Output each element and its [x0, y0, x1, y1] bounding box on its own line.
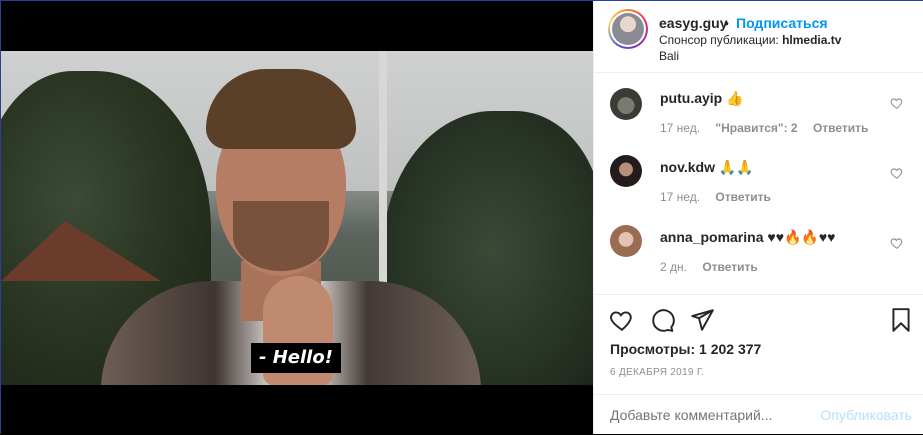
- header-separator: •: [724, 15, 729, 31]
- comment-text: 🙏🙏: [718, 159, 754, 175]
- location-link[interactable]: Bali: [659, 49, 679, 63]
- comment-reply-button[interactable]: Ответить: [813, 121, 868, 135]
- sponsor-line: Спонсор публикации: hlmedia.tv: [659, 33, 841, 47]
- comments-list: putu.ayip 👍 17 нед. "Нравится": 2 Ответи…: [594, 74, 923, 294]
- like-comment-heart-icon[interactable]: [890, 236, 904, 250]
- views-count[interactable]: Просмотры: 1 202 377: [610, 341, 761, 357]
- comment-avatar[interactable]: [610, 225, 642, 257]
- comment-reply-button[interactable]: Ответить: [702, 260, 757, 274]
- comment-avatar[interactable]: [610, 155, 642, 187]
- sponsor-prefix: Спонсор публикации:: [659, 33, 783, 47]
- add-comment-bar: Опубликовать: [594, 394, 923, 434]
- post-actions: Просмотры: 1 202 377 6 ДЕКАБРЯ 2019 Г.: [594, 294, 923, 394]
- video-subtitle: - Hello!: [251, 343, 341, 373]
- like-comment-heart-icon[interactable]: [890, 96, 904, 110]
- like-heart-icon[interactable]: [609, 307, 635, 333]
- publish-button[interactable]: Опубликовать: [820, 407, 912, 423]
- share-paper-plane-icon[interactable]: [689, 307, 715, 333]
- comment-username[interactable]: anna_pomarina: [660, 229, 763, 245]
- comment-reply-button[interactable]: Ответить: [715, 190, 770, 204]
- author-avatar-image: [612, 13, 644, 45]
- comment-input[interactable]: [610, 407, 810, 423]
- author-avatar[interactable]: [608, 9, 648, 49]
- comment-age[interactable]: 2 дн.: [660, 260, 687, 274]
- comment-username[interactable]: putu.ayip: [660, 90, 722, 106]
- sponsor-link[interactable]: hlmedia.tv: [782, 33, 841, 47]
- comment-bubble-icon[interactable]: [649, 307, 675, 333]
- follow-button[interactable]: Подписаться: [736, 15, 828, 31]
- video-area: - Hello!: [1, 1, 593, 435]
- comment-likes[interactable]: "Нравится": 2: [715, 121, 797, 135]
- comment-age[interactable]: 17 нед.: [660, 190, 700, 204]
- comment-age[interactable]: 17 нед.: [660, 121, 700, 135]
- comment-avatar[interactable]: [610, 88, 642, 120]
- post-header: easyg.guy • Подписаться Спонсор публикац…: [594, 1, 923, 73]
- post-date[interactable]: 6 ДЕКАБРЯ 2019 Г.: [610, 367, 704, 378]
- like-comment-heart-icon[interactable]: [890, 166, 904, 180]
- comment-text: ♥♥🔥🔥♥♥: [767, 229, 836, 245]
- comment-text: 👍: [726, 90, 744, 106]
- author-username[interactable]: easyg.guy: [659, 15, 727, 31]
- post-side-panel: easyg.guy • Подписаться Спонсор публикац…: [593, 1, 923, 434]
- video-player[interactable]: - Hello!: [1, 51, 593, 385]
- comment-username[interactable]: nov.kdw: [660, 159, 715, 175]
- video-person-beard: [233, 201, 329, 271]
- post-frame: - Hello! easyg.guy • Подписаться Спонсор…: [0, 0, 923, 435]
- bookmark-icon[interactable]: [888, 307, 914, 333]
